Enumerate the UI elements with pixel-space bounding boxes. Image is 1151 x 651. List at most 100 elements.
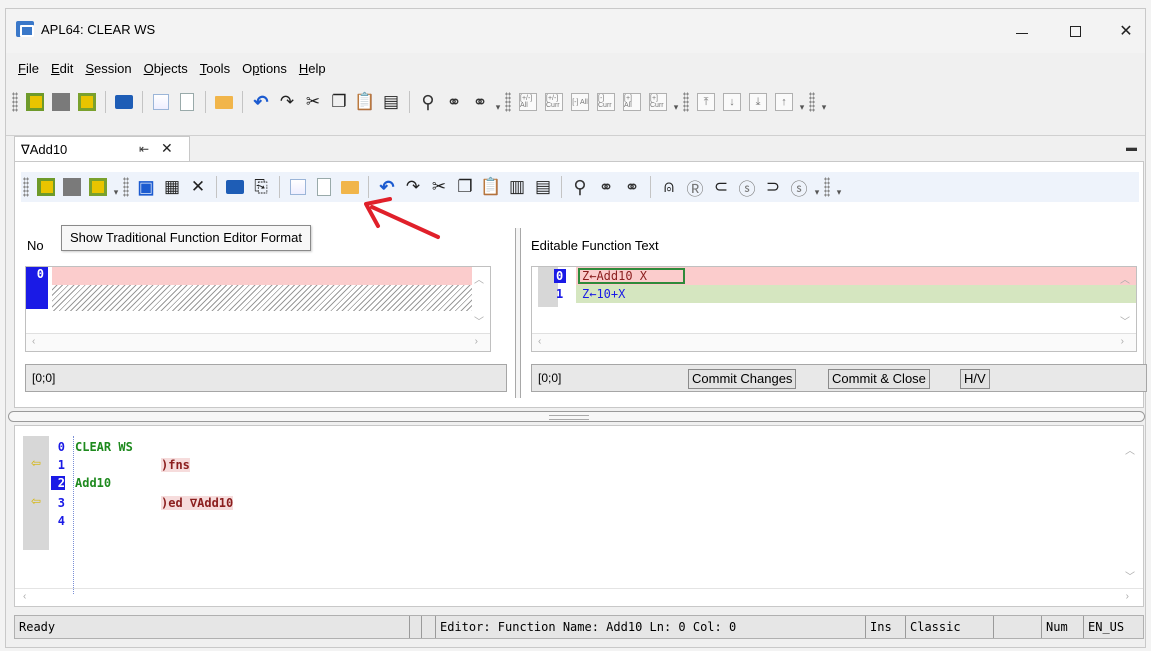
copy-button[interactable]: ❐ (454, 176, 476, 198)
scroll-left-icon[interactable]: ‹ (538, 336, 541, 347)
scroll-up-icon[interactable]: ︿ (1120, 271, 1130, 286)
collapse-all-button[interactable]: [-] All (569, 91, 591, 113)
session-output-line[interactable]: CLEAR WS (75, 440, 133, 454)
save-as-button[interactable]: ▦ (161, 176, 183, 198)
tile-horizontal-button[interactable] (35, 176, 57, 198)
new-text-button[interactable] (313, 176, 335, 198)
trace-button[interactable]: ⓢ (788, 176, 810, 199)
toolbar-dropdown[interactable]: ▾ (797, 102, 807, 113)
move-bottom-button[interactable]: ⤓ (747, 91, 769, 113)
menu-file[interactable]: File (12, 59, 45, 81)
scroll-left-icon[interactable]: ‹ (32, 336, 35, 347)
menu-tools[interactable]: Tools (194, 59, 236, 81)
horizontal-scrollbar[interactable]: ‹ › (26, 333, 490, 351)
cascade-button[interactable] (76, 91, 98, 113)
toolbar-grip[interactable] (123, 177, 129, 197)
horizontal-splitter[interactable] (8, 411, 1145, 422)
session-horizontal-scrollbar[interactable]: ‹ › (15, 588, 1143, 606)
tab-overflow-icon[interactable]: ▬ (1126, 142, 1137, 154)
copy-button[interactable]: ❐ (328, 91, 350, 113)
scroll-right-icon[interactable]: › (1121, 336, 1124, 347)
calendar-button[interactable]: ▥ (506, 176, 528, 198)
toolbar-dropdown[interactable]: ▾ (111, 187, 121, 198)
session-input-line[interactable]: )fns (161, 458, 190, 472)
function-body-code[interactable]: Z←10+X (582, 287, 625, 301)
traditional-editor-pane[interactable]: 0 ︿ ﹀ ‹ › (25, 266, 491, 352)
print-button[interactable] (113, 91, 135, 113)
close-tab-icon[interactable]: ✕ (161, 140, 173, 157)
toolbar-grip[interactable] (12, 92, 18, 112)
vertical-splitter[interactable] (515, 228, 521, 398)
enclose-button[interactable]: ⊂ (710, 176, 732, 198)
menu-edit[interactable]: Edit (45, 59, 79, 81)
record-button[interactable]: Ⓡ (684, 176, 706, 199)
redo-button[interactable]: ↷ (276, 91, 298, 113)
select-all-button[interactable]: ▤ (532, 176, 554, 198)
redo-button[interactable]: ↷ (402, 176, 424, 198)
toolbar-dropdown[interactable]: ▾ (812, 187, 822, 198)
new-text-button[interactable] (176, 91, 198, 113)
editable-function-pane[interactable]: 0 1 Z←Add10 X Z←10+X ︿ ﹀ ‹ › (531, 266, 1137, 352)
tile-vertical-button[interactable] (50, 91, 72, 113)
menu-help[interactable]: Help (293, 59, 332, 81)
undo-button[interactable]: ↶ (250, 91, 272, 113)
tile-horizontal-button[interactable] (24, 91, 46, 113)
comment-button[interactable]: ⍝ (658, 176, 680, 198)
scroll-right-icon[interactable]: › (1126, 591, 1129, 602)
toolbar-dropdown[interactable]: ▾ (493, 102, 503, 113)
pin-icon[interactable]: ⇤ (139, 142, 149, 156)
toolbar-grip[interactable] (809, 92, 815, 112)
toolbar-grip[interactable] (23, 177, 29, 197)
move-top-button[interactable]: ⤒ (695, 91, 717, 113)
select-all-button[interactable]: ▤ (380, 91, 402, 113)
scroll-down-icon[interactable]: ﹀ (1125, 568, 1135, 583)
scroll-left-icon[interactable]: ‹ (23, 591, 26, 602)
move-up-button[interactable]: ↑ (773, 91, 795, 113)
cut-button[interactable]: ✂ (302, 91, 324, 113)
find-button[interactable]: ⚲ (569, 176, 591, 198)
toolbar-dropdown[interactable]: ▾ (671, 102, 681, 113)
find-prev-button[interactable]: ⚭ (621, 176, 643, 198)
tab-add10[interactable]: ∇Add10 ⇤ ✕ (14, 136, 190, 162)
open-button[interactable] (339, 176, 361, 198)
maximize-button[interactable] (1052, 17, 1098, 45)
menu-options[interactable]: Options (236, 59, 293, 81)
scroll-up-icon[interactable]: ︿ (1125, 442, 1135, 457)
close-window-button[interactable]: ✕ (1103, 17, 1149, 45)
find-next-button[interactable]: ⚭ (443, 91, 465, 113)
scroll-down-icon[interactable]: ﹀ (1120, 313, 1130, 328)
new-function-button[interactable] (287, 176, 309, 198)
paste-button[interactable]: 📋 (480, 176, 502, 198)
find-next-button[interactable]: ⚭ (595, 176, 617, 198)
commit-close-button[interactable]: Commit & Close (828, 369, 930, 389)
minimize-button[interactable] (999, 17, 1045, 45)
open-button[interactable] (213, 91, 235, 113)
cut-button[interactable]: ✂ (428, 176, 450, 198)
hv-toggle-button[interactable]: H/V (960, 369, 990, 389)
toolbar-grip[interactable] (683, 92, 689, 112)
menu-session[interactable]: Session (79, 59, 137, 81)
paste-button[interactable]: 📋 (354, 91, 376, 113)
commit-changes-button[interactable]: Commit Changes (688, 369, 797, 389)
scroll-right-icon[interactable]: › (475, 336, 478, 347)
menu-objects[interactable]: Objects (138, 59, 194, 81)
session-input-line[interactable]: )ed ∇Add10 (161, 496, 234, 510)
session-output-line[interactable]: Add10 (75, 476, 111, 490)
toolbar-dropdown[interactable]: ▾ (834, 187, 844, 198)
toolbar-grip[interactable] (824, 177, 830, 197)
cascade-button[interactable] (87, 176, 109, 198)
traditional-editor-format-button[interactable]: ⎘ (250, 176, 272, 198)
tile-vertical-button[interactable] (61, 176, 83, 198)
move-down-button[interactable]: ↓ (721, 91, 743, 113)
stop-button[interactable]: ⓢ (736, 176, 758, 199)
collapse-curr-button[interactable]: [-] Curr (595, 91, 617, 113)
scroll-up-icon[interactable]: ︿ (474, 271, 484, 286)
save-button[interactable]: ▣ (135, 176, 157, 198)
new-function-button[interactable] (150, 91, 172, 113)
session-window[interactable]: 0 CLEAR WS ⇦ 1 )fns 2 Add10 ⇦ 3 )ed ∇Add… (14, 425, 1144, 607)
discard-button[interactable]: ✕ (187, 176, 209, 198)
expand-all-button[interactable]: [+] All (621, 91, 643, 113)
disclose-button[interactable]: ⊃ (762, 176, 784, 198)
toggle-all-button[interactable]: [+/-] All (517, 91, 539, 113)
find-prev-button[interactable]: ⚭ (469, 91, 491, 113)
